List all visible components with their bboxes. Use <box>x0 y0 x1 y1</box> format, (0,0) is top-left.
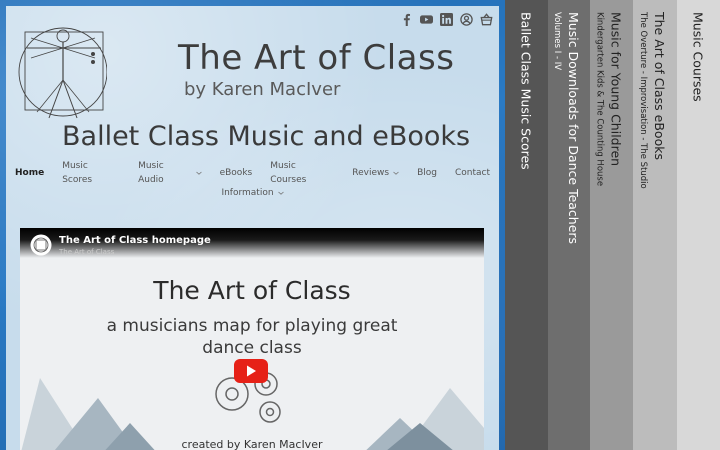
tab-ballet-class-music-scores[interactable]: Ballet Class Music Scores <box>505 0 548 450</box>
nav-row-primary: Home Music Scores Music Audio eBooks Music C… <box>6 161 499 185</box>
tab-title: Ballet Class Music Scores <box>518 12 534 170</box>
tab-music-for-young-children[interactable]: Music for Young Children Kindergarten Kid… <box>590 0 633 450</box>
vitruvian-man-logo[interactable] <box>15 14 107 126</box>
tab-title: Music Courses <box>690 12 706 102</box>
nav-item-music-courses[interactable]: Music Courses <box>261 161 343 185</box>
nav-item-information[interactable]: Information <box>212 186 292 200</box>
chevron-down-icon <box>277 191 284 195</box>
tab-the-art-of-class-ebooks[interactable]: The Art of Class eBooks The Overture - Im… <box>633 0 677 450</box>
nav-row-secondary: Information <box>6 186 499 200</box>
main-navigation: Home Music Scores Music Audio eBooks Music C… <box>6 161 499 200</box>
nav-item-label: Home <box>15 168 45 178</box>
tab-subtitle: The Overture - Improvisation - The Studi… <box>638 12 648 189</box>
nav-item-label: Music Courses <box>270 161 307 185</box>
video-channel-name[interactable]: The Art of Class <box>59 248 114 256</box>
account-icon[interactable] <box>459 12 473 26</box>
nav-item-blog[interactable]: Blog <box>408 166 446 180</box>
channel-avatar-icon[interactable] <box>30 234 52 256</box>
video-channel-title[interactable]: The Art of Class homepage <box>59 235 211 246</box>
tab-subtitle: Volumes I - IV <box>552 12 562 71</box>
video-credit: created by Karen MacIver <box>181 438 323 450</box>
site-title[interactable]: The Art of Class <box>178 38 454 78</box>
nav-item-contact[interactable]: Contact <box>446 166 499 180</box>
video-tagline-line1: a musicians map for playing great <box>106 316 398 336</box>
nav-item-label: Information <box>221 188 274 198</box>
nav-item-label: Reviews <box>352 168 390 178</box>
nav-item-label: Contact <box>454 168 490 178</box>
site-byline: by Karen MacIver <box>184 79 341 100</box>
nav-item-music-audio[interactable]: Music Audio <box>129 161 211 185</box>
nav-item-home[interactable]: Home <box>6 166 53 180</box>
nav-item-music-scores[interactable]: Music Scores <box>53 161 129 185</box>
nav-item-label: eBooks <box>219 168 253 178</box>
tab-title: The Art of Class eBooks <box>652 12 667 160</box>
video-embed[interactable]: The Art of Class homepage The Art of Cla… <box>20 228 484 450</box>
tab-music-courses[interactable]: Music Courses <box>677 0 720 450</box>
chevron-down-icon <box>393 171 399 175</box>
nav-item-reviews[interactable]: Reviews <box>343 166 408 180</box>
tab-subtitle: Kindergarten Kids & The Counting House <box>594 12 605 187</box>
linkedin-icon[interactable] <box>439 12 453 26</box>
play-button[interactable] <box>234 359 268 383</box>
social-links <box>399 12 493 26</box>
facebook-icon[interactable] <box>399 12 413 26</box>
nav-item-label: Music Scores <box>62 161 93 185</box>
tab-music-downloads-for-dance-teachers[interactable]: Music Downloads for Dance Teachers Volume… <box>548 0 590 450</box>
youtube-icon[interactable] <box>419 12 433 26</box>
category-tabs: Ballet Class Music Scores Music Downloads… <box>505 0 720 450</box>
video-tagline-line2: dance class <box>202 338 302 358</box>
tab-title: Music Downloads for Dance Teachers <box>566 12 581 245</box>
main-panel: The Art of Class by Karen MacIver Ballet… <box>6 6 499 450</box>
video-heading: The Art of Class <box>153 276 351 305</box>
nav-item-ebooks[interactable]: eBooks <box>211 166 262 180</box>
basket-icon[interactable] <box>479 12 493 26</box>
site-subtitle: Ballet Class Music and eBooks <box>62 121 471 152</box>
nav-item-label: Music Audio <box>138 161 164 185</box>
chevron-down-icon <box>195 171 202 175</box>
nav-item-label: Blog <box>417 168 437 178</box>
tab-title: Music for Young Children <box>608 12 624 167</box>
